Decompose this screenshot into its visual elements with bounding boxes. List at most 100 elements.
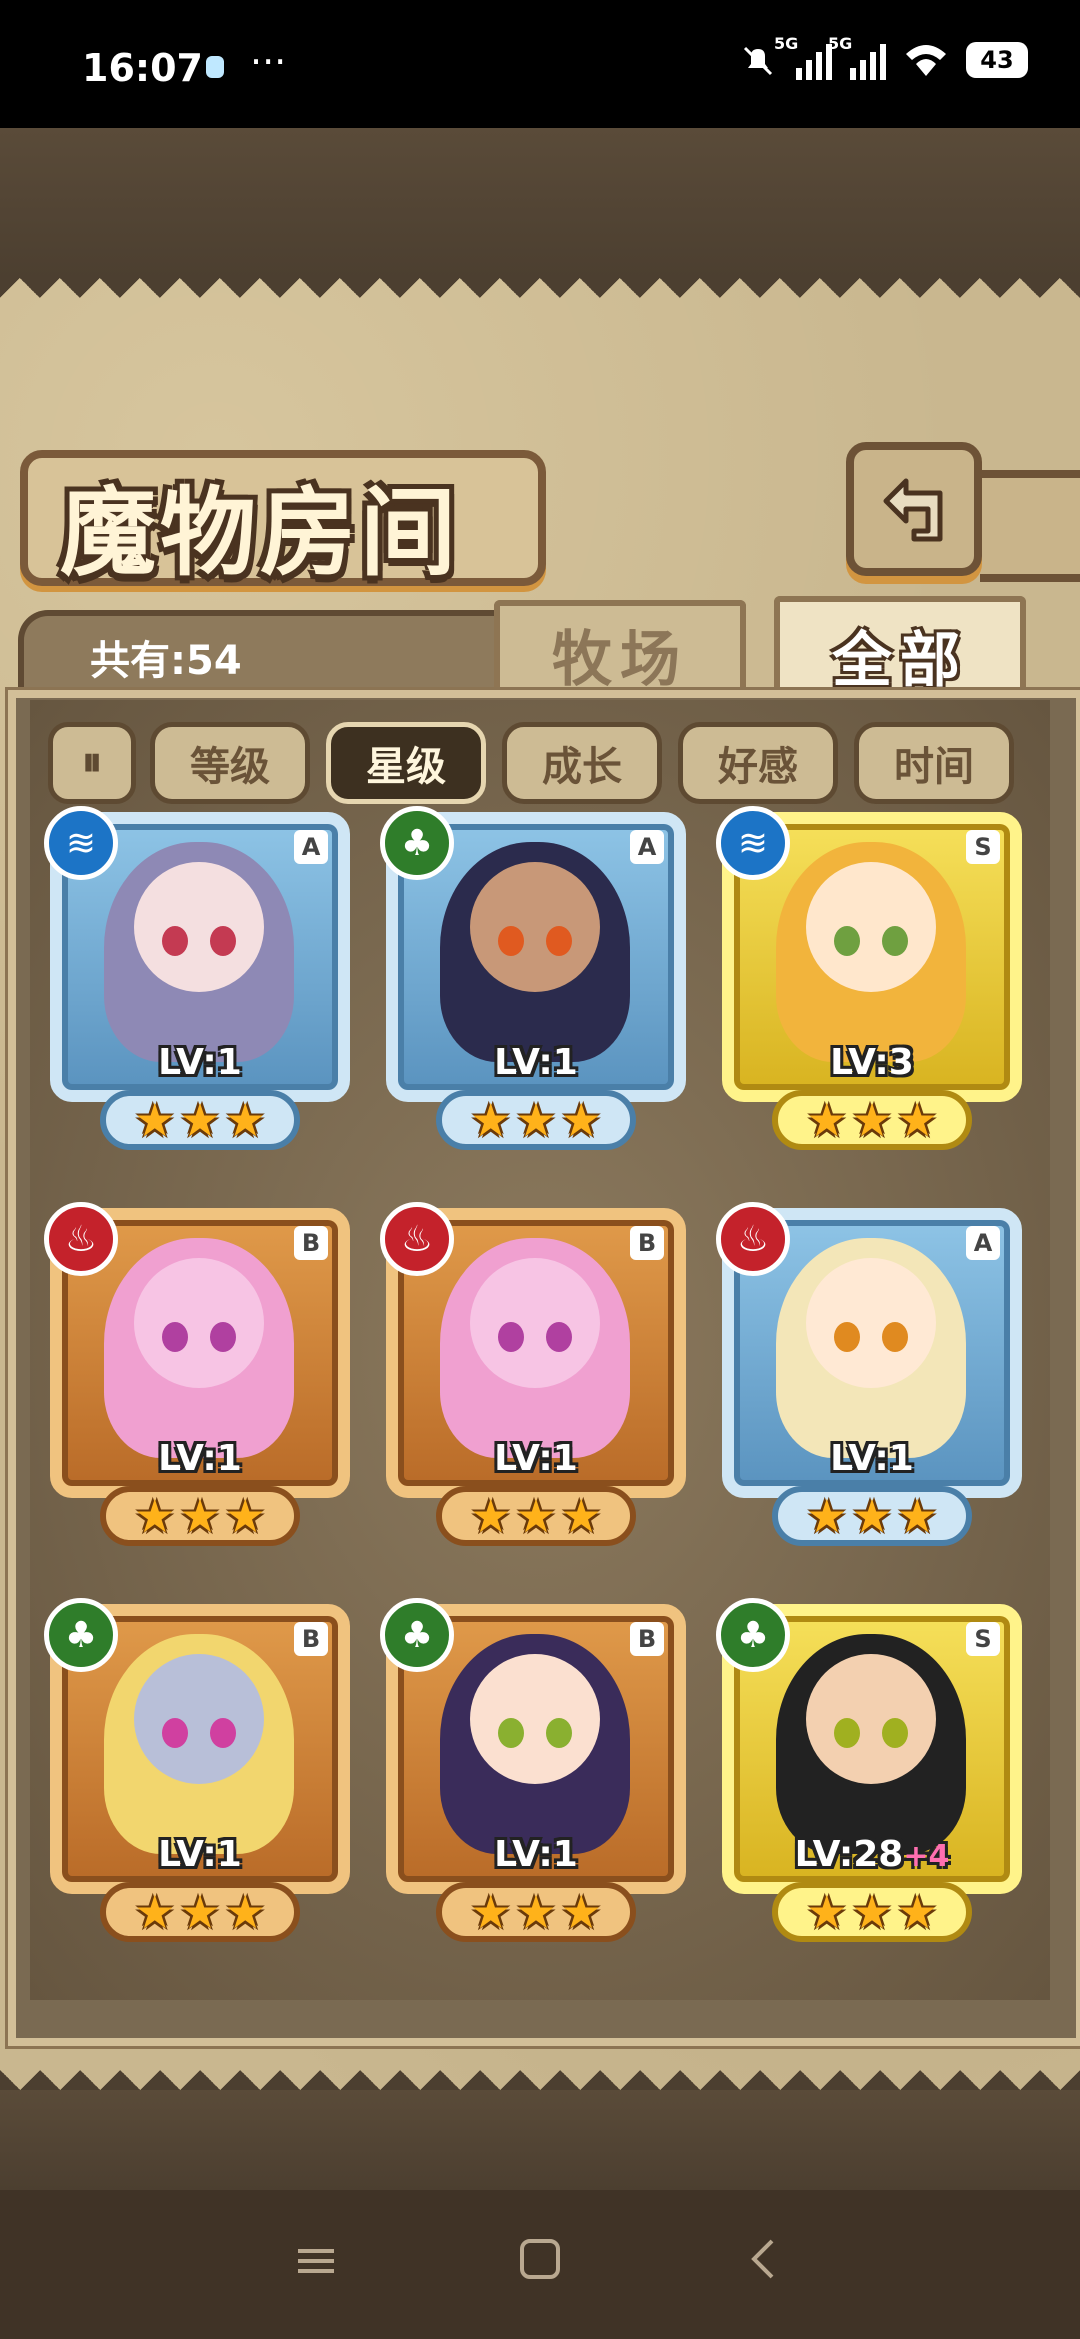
star-rating: ★ ★ ★ bbox=[100, 1486, 300, 1546]
star-icon: ★ bbox=[134, 1885, 176, 1939]
system-nav-bar bbox=[0, 2190, 1080, 2339]
page-title: 魔物房间 bbox=[60, 477, 460, 589]
star-icon: ★ bbox=[134, 1489, 176, 1543]
sort-button-level[interactable]: 等级 bbox=[150, 722, 310, 804]
notification-app-icon bbox=[206, 56, 224, 78]
star-icon: ★ bbox=[224, 1489, 266, 1543]
back-button[interactable] bbox=[724, 2230, 804, 2300]
star-icon: ★ bbox=[224, 1093, 266, 1147]
map-background-bottom bbox=[0, 2090, 1080, 2190]
sort-label: 星级 bbox=[366, 744, 446, 790]
tab-all-label: 全部 bbox=[832, 625, 968, 696]
status-time: 16:07 bbox=[82, 46, 203, 90]
more-notifications-icon: ··· bbox=[250, 40, 287, 84]
rank-badge: B bbox=[630, 1226, 664, 1260]
return-button[interactable] bbox=[846, 442, 982, 576]
wifi-icon bbox=[906, 45, 946, 76]
monster-level: LV:28+4 bbox=[794, 1834, 950, 1875]
zigzag-border-top bbox=[0, 278, 1080, 318]
monster-level: LV:3 bbox=[830, 1042, 914, 1083]
monster-level: LV:1 bbox=[830, 1438, 914, 1479]
sort-button-affection[interactable]: 好感 bbox=[678, 722, 838, 804]
menu-button[interactable] bbox=[276, 2230, 356, 2300]
star-icon: ★ bbox=[179, 1885, 221, 1939]
monster-card[interactable]: ♨ B LV:1 ★ ★ ★ bbox=[380, 1202, 686, 1553]
sort-button-growth[interactable]: 成长 bbox=[502, 722, 662, 804]
monster-level: LV:1 bbox=[494, 1042, 578, 1083]
star-icon: ★ bbox=[224, 1885, 266, 1939]
home-icon bbox=[520, 2239, 560, 2279]
signal-icon-1: 5G bbox=[774, 34, 832, 80]
sort-button-time[interactable]: 时间 bbox=[854, 722, 1014, 804]
rank-badge: S bbox=[966, 830, 1000, 864]
star-icon: ★ bbox=[560, 1093, 602, 1147]
home-button[interactable] bbox=[500, 2230, 580, 2300]
sort-button-star[interactable]: 星级 bbox=[326, 722, 486, 804]
sort-label: 成长 bbox=[542, 744, 622, 790]
monster-card[interactable]: ≋ A LV:1 ★ ★ ★ bbox=[44, 806, 350, 1157]
status-icons: 5G 5G 43 bbox=[738, 34, 1028, 80]
status-bar: 16:07 ··· 5G 5G 43 bbox=[0, 0, 1080, 128]
grass-element-icon: ♣ bbox=[380, 1598, 454, 1672]
star-icon: ★ bbox=[470, 1885, 512, 1939]
star-icon: ★ bbox=[896, 1093, 938, 1147]
tab-ranch-label: 牧场 bbox=[552, 624, 688, 695]
rank-badge: A bbox=[294, 830, 328, 864]
star-icon: ★ bbox=[560, 1489, 602, 1543]
fire-element-icon: ♨ bbox=[716, 1202, 790, 1276]
star-icon: ★ bbox=[896, 1885, 938, 1939]
fire-element-icon: ♨ bbox=[44, 1202, 118, 1276]
star-icon: ★ bbox=[134, 1093, 176, 1147]
star-icon: ★ bbox=[470, 1489, 512, 1543]
monster-count: 共有:54 bbox=[90, 638, 242, 684]
star-icon: ★ bbox=[851, 1489, 893, 1543]
tab-ranch[interactable]: 牧场 bbox=[494, 600, 746, 702]
star-icon: ★ bbox=[179, 1489, 221, 1543]
sort-order-toggle[interactable]: ⏸ bbox=[48, 722, 136, 804]
grass-element-icon: ♣ bbox=[716, 1598, 790, 1672]
battery-indicator: 43 bbox=[966, 42, 1028, 78]
star-rating: ★ ★ ★ bbox=[436, 1486, 636, 1546]
monster-level: LV:1 bbox=[158, 1042, 242, 1083]
star-rating: ★ ★ ★ bbox=[772, 1486, 972, 1546]
star-icon: ★ bbox=[560, 1885, 602, 1939]
sort-order-icon: ⏸ bbox=[82, 739, 102, 785]
star-icon: ★ bbox=[179, 1093, 221, 1147]
monster-card[interactable]: ♣ B LV:1 ★ ★ ★ bbox=[380, 1598, 686, 1949]
rank-badge: B bbox=[294, 1622, 328, 1656]
grass-element-icon: ♣ bbox=[44, 1598, 118, 1672]
rank-badge: B bbox=[294, 1226, 328, 1260]
return-arrow-icon bbox=[883, 478, 943, 542]
star-icon: ★ bbox=[806, 1093, 848, 1147]
star-icon: ★ bbox=[806, 1489, 848, 1543]
monster-card[interactable]: ♣ A LV:1 ★ ★ ★ bbox=[380, 806, 686, 1157]
monster-card[interactable]: ♣ S LV:28+4 ★ ★ ★ bbox=[716, 1598, 1022, 1949]
monster-level: LV:1 bbox=[158, 1438, 242, 1479]
zigzag-border-bottom bbox=[0, 2050, 1080, 2090]
grass-element-icon: ♣ bbox=[380, 806, 454, 880]
star-rating: ★ ★ ★ bbox=[100, 1882, 300, 1942]
water-element-icon: ≋ bbox=[44, 806, 118, 880]
star-icon: ★ bbox=[806, 1885, 848, 1939]
mute-bell-icon bbox=[743, 46, 773, 76]
sort-label: 好感 bbox=[718, 744, 798, 790]
signal-icon-2: 5G bbox=[828, 34, 886, 80]
monster-level: LV:1 bbox=[494, 1834, 578, 1875]
sort-label: 时间 bbox=[894, 744, 974, 790]
star-icon: ★ bbox=[515, 1885, 557, 1939]
monster-card[interactable]: ♣ B LV:1 ★ ★ ★ bbox=[44, 1598, 350, 1949]
star-icon: ★ bbox=[896, 1489, 938, 1543]
monster-card[interactable]: ♨ A LV:1 ★ ★ ★ bbox=[716, 1202, 1022, 1553]
sort-label: 等级 bbox=[190, 744, 270, 790]
monster-card[interactable]: ♨ B LV:1 ★ ★ ★ bbox=[44, 1202, 350, 1553]
monster-level: LV:1 bbox=[494, 1438, 578, 1479]
star-rating: ★ ★ ★ bbox=[100, 1090, 300, 1150]
fire-element-icon: ♨ bbox=[380, 1202, 454, 1276]
star-icon: ★ bbox=[470, 1093, 512, 1147]
star-icon: ★ bbox=[515, 1093, 557, 1147]
monster-card[interactable]: ≋ S LV:3 ★ ★ ★ bbox=[716, 806, 1022, 1157]
rank-badge: S bbox=[966, 1622, 1000, 1656]
star-rating: ★ ★ ★ bbox=[436, 1090, 636, 1150]
rank-badge: A bbox=[630, 830, 664, 864]
rank-badge: B bbox=[630, 1622, 664, 1656]
